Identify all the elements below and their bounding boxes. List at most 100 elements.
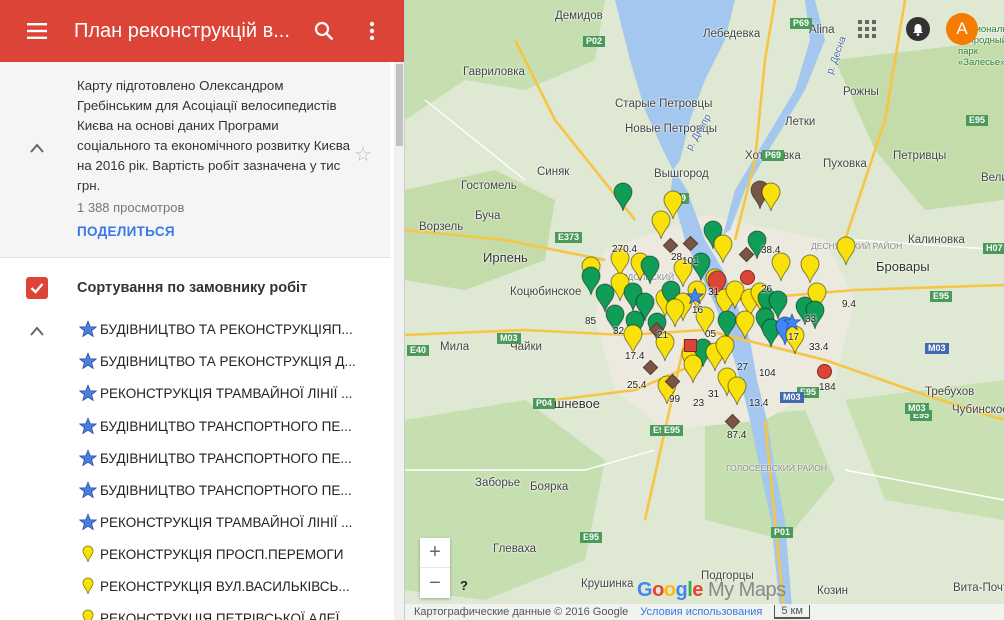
more-vert-icon [369,21,375,41]
search-button[interactable] [300,0,348,62]
place-label: Глеваха [493,543,536,555]
marker-value-label: 17 [788,332,799,343]
road-shield: M03 [780,392,804,403]
layer-checkbox[interactable] [26,277,48,299]
place-label: Бровары [876,259,930,274]
road-shield: M03 [925,343,949,354]
place-label: Гостомель [461,180,517,192]
more-options-button[interactable] [348,0,396,62]
blue-star-icon [78,512,98,532]
map-pin-marker[interactable] [771,252,791,282]
menu-button[interactable] [0,0,74,62]
map-pin-marker[interactable] [665,298,685,328]
place-label: Калиновка [908,234,965,246]
map-pin-marker[interactable] [713,234,733,264]
yellow-pin-icon [78,576,98,596]
marker-value-label: 31 [708,287,719,298]
road-shield: E95 [930,291,952,302]
marker-value-label: 85 [585,316,596,327]
road-shield: H07 [983,243,1004,254]
map-title[interactable]: План реконструкцій в... [74,20,300,43]
place-label: Великая Дымерка [981,172,1004,184]
app-root: План реконструкцій в... ☆ Карту підготов… [0,0,1004,620]
layer-section: Сортування по замовнику робіт БУДІВНИЦТВ… [0,258,390,318]
map-pin-marker[interactable] [640,255,660,285]
map-pin-marker[interactable] [623,324,643,354]
marker-value-label: 17.4 [625,351,644,362]
marker-value-label: 101 [682,256,699,267]
map-dot-marker[interactable] [740,270,755,285]
feature-item[interactable]: РЕКОНСТРУКЦІЯ ВУЛ.ВАСИЛЬКІВСЬ... [78,570,368,602]
search-icon [314,21,334,41]
feature-item[interactable]: БУДІВНИЦТВО ТА РЕКОНСТРУКЦІЯ Д... [78,345,368,377]
marker-value-label: 05 [705,329,716,340]
scrollbar-thumb[interactable] [396,64,403,146]
feature-label: БУДІВНИЦТВО ТРАНСПОРТНОГО ПЕ... [100,419,365,434]
place-label: Ворзель [419,221,463,233]
map-description: Карту підготовлено Олександром Гребінськ… [77,76,355,196]
map-square-marker[interactable] [684,339,697,352]
feature-item[interactable]: БУДІВНИЦТВО ТРАНСПОРТНОГО ПЕ... [78,410,368,442]
map-pin-marker[interactable] [613,182,633,212]
feature-item[interactable]: БУДІВНИЦТВО ТРАНСПОРТНОГО ПЕ... [78,474,368,506]
zoom-out-button[interactable]: − [420,568,450,598]
blue-star-icon [78,480,98,500]
map-pin-marker[interactable] [651,210,671,240]
blue-star-icon [78,319,98,339]
map-dot-marker[interactable] [817,364,832,379]
place-label: ДЕСНЯНСКИЙ РАЙОН [811,241,902,251]
chevron-up-icon[interactable] [28,142,46,154]
account-avatar[interactable]: A [946,13,978,45]
place-label: Летки [785,116,815,128]
layer-title[interactable]: Сортування по замовнику робіт [77,280,307,296]
road-shield: E95 [966,115,988,126]
map-pin-marker[interactable] [800,254,820,284]
blue-star-icon [78,448,98,468]
road-shield: P01 [771,527,793,538]
feature-item[interactable]: РЕКОНСТРУКЦІЯ ТРАМВАЙНОЇ ЛІНІЇ ... [78,377,368,409]
share-button[interactable]: ПОДЕЛИТЬСЯ [77,224,175,239]
feature-item[interactable]: РЕКОНСТРУКЦІЯ ПЕТРІВСЬКОЇ АЛЕЇ ... [78,602,368,620]
help-button[interactable]: ? [460,578,468,593]
bell-icon [912,23,924,36]
map-pin-marker[interactable] [727,376,747,406]
chevron-up-icon[interactable] [29,326,45,336]
map-pin-marker[interactable] [715,335,735,365]
feature-item[interactable]: РЕКОНСТРУКЦІЯ ПРОСП.ПЕРЕМОГИ [78,538,368,570]
map-star-marker[interactable] [783,313,801,331]
feature-item[interactable]: БУДІВНИЦТВО ТРАНСПОРТНОГО ПЕ... [78,442,368,474]
view-count: 1 388 просмотров [77,198,390,218]
terms-link[interactable]: Условия использования [640,606,762,618]
notifications-icon[interactable] [906,17,930,41]
check-icon [30,282,44,294]
map-star-marker[interactable] [686,287,704,305]
yellow-pin-icon [78,608,98,620]
marker-value-label: 31 [708,389,719,400]
road-shield: P69 [790,18,812,29]
blue-star-icon [78,383,98,403]
map-pin-marker[interactable] [761,182,781,212]
map-footer: Картографические данные © 2016 Google Ус… [405,604,1004,620]
marker-value-label: 33.4 [809,342,828,353]
map-copyright: Картографические данные © 2016 Google [414,606,628,618]
map-canvas[interactable]: ДемидовЛебедевкаAlinaГавриловкаСтарые Пе… [405,0,1004,620]
road-shield: E95 [580,532,602,543]
feature-label: БУДІВНИЦТВО ТРАНСПОРТНОГО ПЕ... [100,483,365,498]
feature-item[interactable]: БУДІВНИЦТВО ТА РЕКОНСТРУКЦІЯП... [78,313,368,345]
map-pin-marker[interactable] [735,310,755,340]
marker-value-label: 9.4 [842,299,856,310]
marker-value-label: 27 [737,362,748,373]
star-icon[interactable]: ☆ [354,142,372,167]
feature-label: РЕКОНСТРУКЦІЯ ВУЛ.ВАСИЛЬКІВСЬ... [100,579,365,594]
road-shield: M03 [497,333,521,344]
feature-item[interactable]: РЕКОНСТРУКЦІЯ ТРАМВАЙНОЇ ЛІНІЇ ... [78,506,368,538]
map-pin-marker[interactable] [683,354,703,384]
map-pin-marker[interactable] [836,236,856,266]
marker-value-label: 23 [693,398,704,409]
apps-grid-icon[interactable] [858,20,876,38]
place-label: Демидов [555,10,603,22]
panel-scrollbar[interactable] [394,62,405,620]
zoom-in-button[interactable]: + [420,538,450,568]
marker-value-label: 104 [759,368,776,379]
place-label: ГОЛОСЕЕВСКИЙ РАЙОН [726,463,827,473]
